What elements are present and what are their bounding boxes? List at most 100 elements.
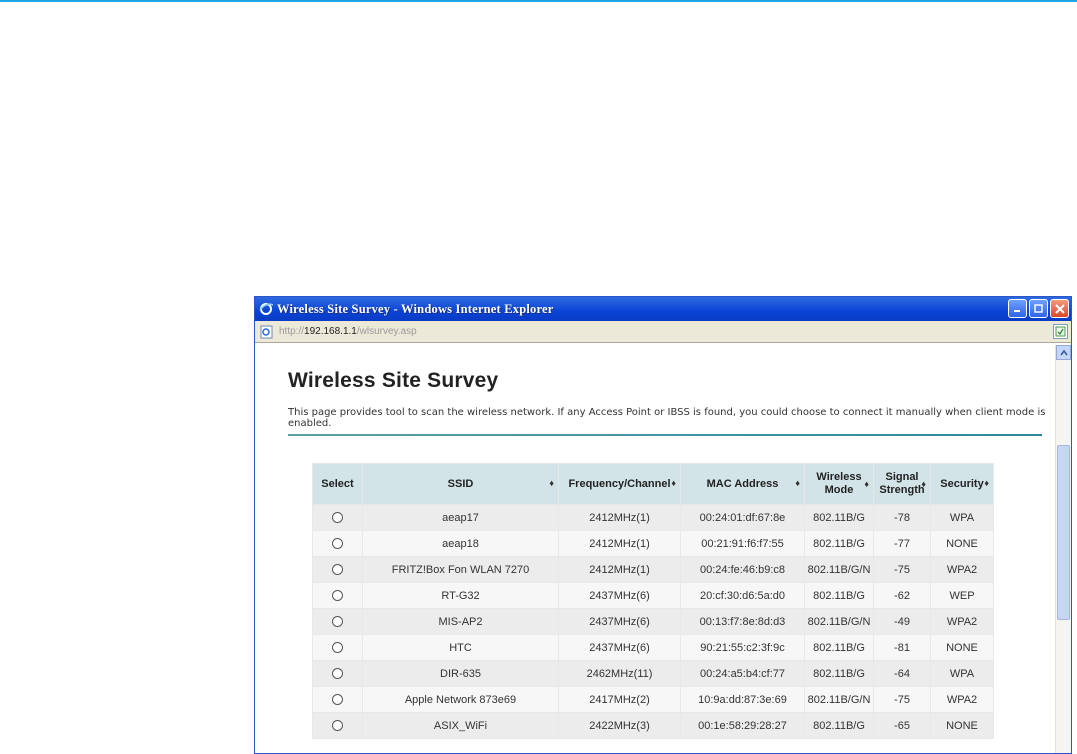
page-icon (259, 324, 275, 340)
sort-icon[interactable]: ♦ (795, 478, 800, 488)
cell-select[interactable] (313, 609, 362, 634)
header-frequency[interactable]: Frequency/Channel ♦ (559, 464, 680, 504)
cell-frequency: 2412MHz(1) (559, 531, 680, 556)
window-titlebar[interactable]: Wireless Site Survey - Windows Internet … (255, 297, 1071, 321)
header-wireless-mode[interactable]: Wireless Mode ♦ (805, 464, 873, 504)
header-select: Select (313, 464, 362, 504)
minimize-icon[interactable] (1008, 299, 1027, 318)
table-row[interactable]: ASIX_WiFi 2422MHz(3) 00:1e:58:29:28:27 802.… (313, 713, 993, 738)
cell-mode: 802.11B/G/N (805, 609, 873, 634)
header-ssid[interactable]: SSID ♦ (363, 464, 558, 504)
address-bar[interactable]: http://192.168.1.1/wlsurvey.asp (255, 321, 1071, 343)
select-radio[interactable] (332, 564, 343, 576)
table-row[interactable]: Apple Network 873e69 2417MHz(2) 10:9a:dd:8… (313, 687, 993, 712)
header-mode-line1: Wireless (816, 471, 862, 483)
url-host: 192.168.1.1 (304, 326, 357, 337)
select-radio[interactable] (332, 642, 343, 654)
cell-security: WPA2 (931, 609, 993, 634)
sort-icon[interactable]: ♦ (864, 478, 869, 491)
select-radio[interactable] (332, 538, 343, 550)
table-row[interactable]: aeap18 2412MHz(1) 00:21:91:f6:f7:55 802.11B… (313, 531, 993, 556)
cell-ssid: aeap18 (363, 531, 558, 556)
table-row[interactable]: MIS-AP2 2437MHz(6) 00:13:f7:8e:8d:d3 802.11… (313, 609, 993, 634)
header-select-label: Select (321, 478, 354, 490)
compatibility-icon[interactable] (1053, 324, 1068, 339)
table-row[interactable]: HTC 2437MHz(6) 90:21:55:c2:3f:9c 802.11B/G -… (313, 635, 993, 660)
cell-select[interactable] (313, 687, 362, 712)
cell-signal: -75 (874, 557, 930, 582)
header-signal-strength[interactable]: Signal Strength ♦ (874, 464, 930, 504)
cell-mac: 20:cf:30:d6:5a:d0 (681, 583, 804, 608)
cell-mac: 00:24:a5:b4:cf:77 (681, 661, 804, 686)
table-body: aeap17 2412MHz(1) 00:24:01:df:67:8e 802.11B… (313, 505, 993, 738)
cell-mac: 00:1e:58:29:28:27 (681, 713, 804, 738)
scroll-up-icon[interactable] (1056, 345, 1071, 360)
cell-select[interactable] (313, 635, 362, 660)
table-row[interactable]: DIR-635 2462MHz(11) 00:24:a5:b4:cf:77 802.1… (313, 661, 993, 686)
cell-ssid: Apple Network 873e69 (363, 687, 558, 712)
header-mac-label: MAC Address (706, 478, 779, 490)
select-radio[interactable] (332, 512, 343, 524)
sort-icon[interactable]: ♦ (984, 478, 989, 488)
header-frequency-label: Frequency/Channel (568, 478, 671, 490)
select-radio[interactable] (332, 720, 343, 732)
cell-frequency: 2437MHz(6) (559, 635, 680, 660)
cell-mac: 10:9a:dd:87:3e:69 (681, 687, 804, 712)
cell-mode: 802.11B/G (805, 635, 873, 660)
cell-mode: 802.11B/G (805, 713, 873, 738)
cell-select[interactable] (313, 713, 362, 738)
address-url[interactable]: http://192.168.1.1/wlsurvey.asp (279, 326, 417, 337)
cell-select[interactable] (313, 557, 362, 582)
cell-mac: 00:24:01:df:67:8e (681, 505, 804, 530)
cell-ssid: DIR-635 (363, 661, 558, 686)
table-row[interactable]: aeap17 2412MHz(1) 00:24:01:df:67:8e 802.11B… (313, 505, 993, 530)
select-radio[interactable] (332, 694, 343, 706)
page-description: This page provides tool to scan the wire… (288, 407, 1046, 429)
cell-security: WPA (931, 661, 993, 686)
cell-select[interactable] (313, 505, 362, 530)
cell-frequency: 2412MHz(1) (559, 505, 680, 530)
header-security[interactable]: Security ♦ (931, 464, 993, 504)
cell-security: WPA2 (931, 687, 993, 712)
url-prefix: http:// (279, 326, 305, 337)
sort-icon[interactable]: ♦ (549, 478, 554, 488)
cell-mode: 802.11B/G/N (805, 557, 873, 582)
cell-select[interactable] (313, 531, 362, 556)
header-signal-line1: Signal (885, 471, 919, 483)
select-radio[interactable] (332, 668, 343, 680)
cell-mode: 802.11B/G (805, 661, 873, 686)
cell-mac: 90:21:55:c2:3f:9c (681, 635, 804, 660)
scrollbar-thumb[interactable] (1057, 445, 1070, 620)
table-row[interactable]: FRITZ!Box Fon WLAN 7270 2412MHz(1) 00:24:f… (313, 557, 993, 582)
cell-mode: 802.11B/G/N (805, 687, 873, 712)
maximize-icon[interactable] (1029, 299, 1048, 318)
table-header-row: Select SSID ♦ Frequency/Channel ♦ MAC Addr… (313, 464, 993, 504)
vertical-scrollbar[interactable] (1055, 345, 1071, 753)
cell-ssid: aeap17 (363, 505, 558, 530)
cell-select[interactable] (313, 661, 362, 686)
window-controls (1008, 299, 1069, 318)
select-radio[interactable] (332, 590, 343, 602)
title-divider (288, 434, 1042, 436)
cell-signal: -81 (874, 635, 930, 660)
cell-signal: -78 (874, 505, 930, 530)
table-row[interactable]: RT-G32 2437MHz(6) 20:cf:30:d6:5a:d0 802.11B… (313, 583, 993, 608)
cell-ssid: ASIX_WiFi (363, 713, 558, 738)
sort-icon[interactable]: ♦ (921, 478, 926, 491)
url-path: /wlsurvey.asp (356, 326, 417, 337)
cell-mode: 802.11B/G (805, 531, 873, 556)
select-radio[interactable] (332, 616, 343, 628)
sort-icon[interactable]: ♦ (671, 478, 676, 488)
cell-mac: 00:21:91:f6:f7:55 (681, 531, 804, 556)
header-mode-line2: Mode (824, 484, 854, 496)
cell-security: NONE (931, 531, 993, 556)
cell-security: NONE (931, 713, 993, 738)
header-mac[interactable]: MAC Address ♦ (681, 464, 804, 504)
cell-security: WEP (931, 583, 993, 608)
page-content: Wireless Site Survey This page provides … (255, 345, 1055, 753)
cell-security: NONE (931, 635, 993, 660)
cell-ssid: RT-G32 (363, 583, 558, 608)
cell-frequency: 2417MHz(2) (559, 687, 680, 712)
cell-select[interactable] (313, 583, 362, 608)
close-icon[interactable] (1050, 299, 1069, 318)
